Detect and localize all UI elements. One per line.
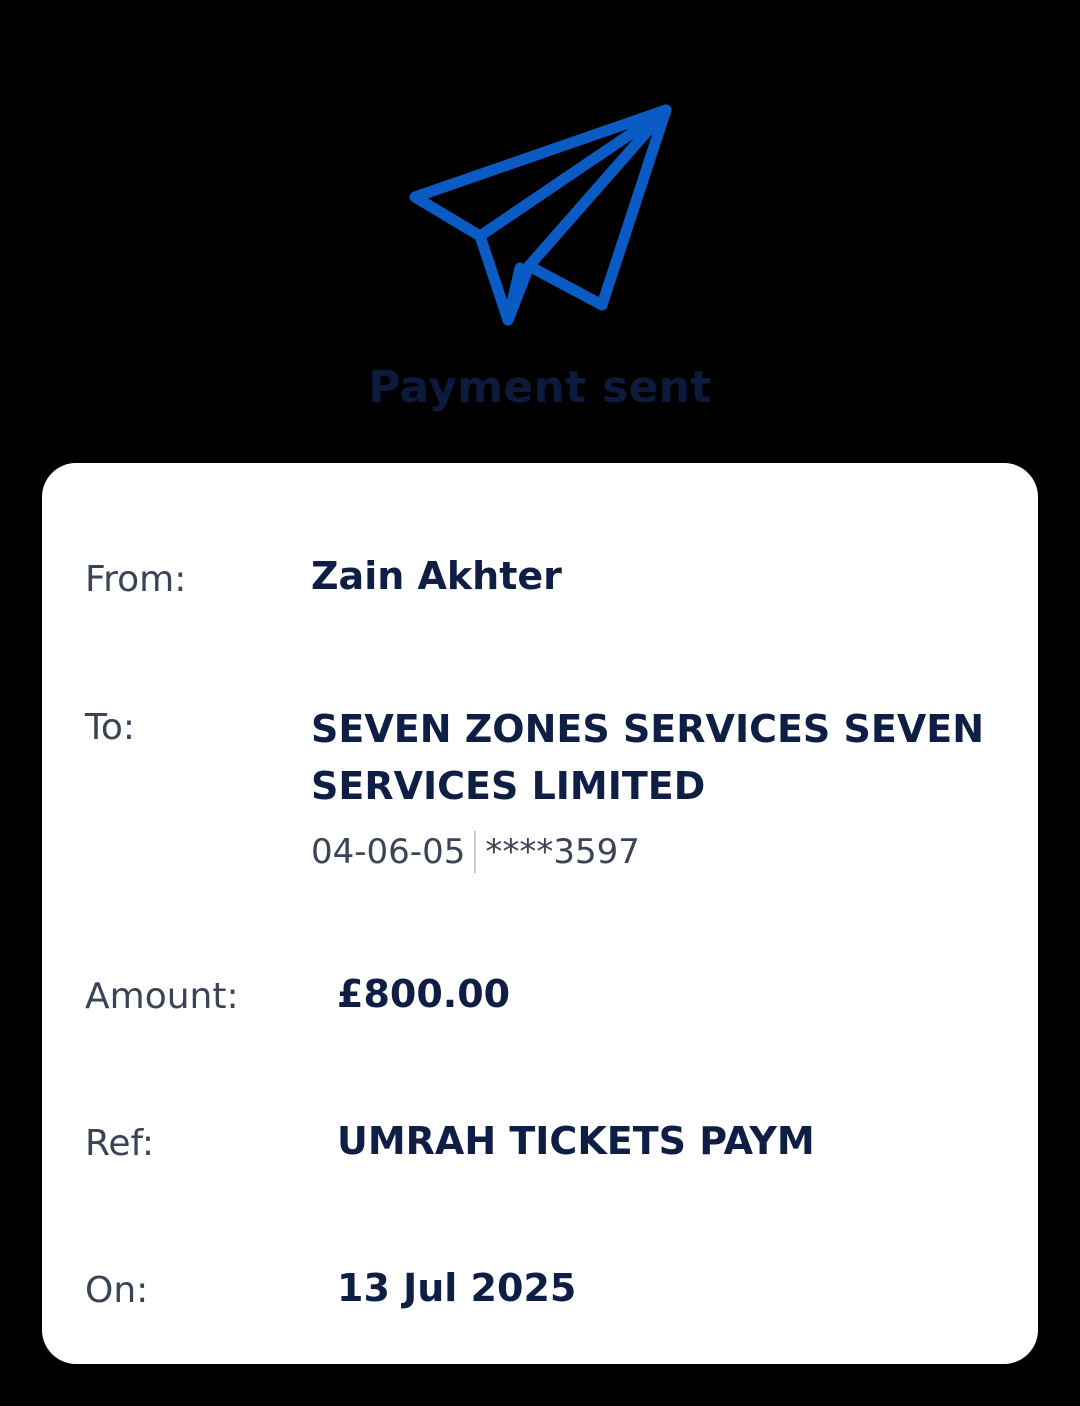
from-value: Zain Akhter: [311, 554, 562, 598]
on-label: On:: [85, 1270, 149, 1311]
account-number: ****3597: [485, 832, 640, 872]
to-label: To:: [85, 707, 136, 748]
date-value: 13 Jul 2025: [337, 1266, 577, 1310]
ref-label: Ref:: [85, 1123, 155, 1164]
paper-plane-icon: [409, 104, 672, 326]
to-name-line-1: SEVEN ZONES SERVICES SEVEN ZONES: [311, 707, 997, 751]
to-name-line-2: SERVICES LIMITED: [311, 764, 706, 808]
amount-label: Amount:: [85, 976, 239, 1017]
sort-code: 04-06-05: [311, 832, 466, 872]
to-recipient-name: SEVEN ZONES SERVICES SEVEN ZONES SERVICE…: [311, 701, 997, 815]
to-account-details: 04-06-05 ****3597: [311, 831, 640, 873]
payment-details-card: From: Zain Akhter To: SEVEN ZONES SERVIC…: [42, 463, 1038, 1364]
account-divider: [474, 831, 477, 873]
amount-value: £800.00: [337, 972, 511, 1016]
ref-value: UMRAH TICKETS PAYM: [337, 1119, 815, 1163]
payment-sent-title: Payment sent: [368, 362, 712, 413]
from-label: From:: [85, 559, 187, 600]
